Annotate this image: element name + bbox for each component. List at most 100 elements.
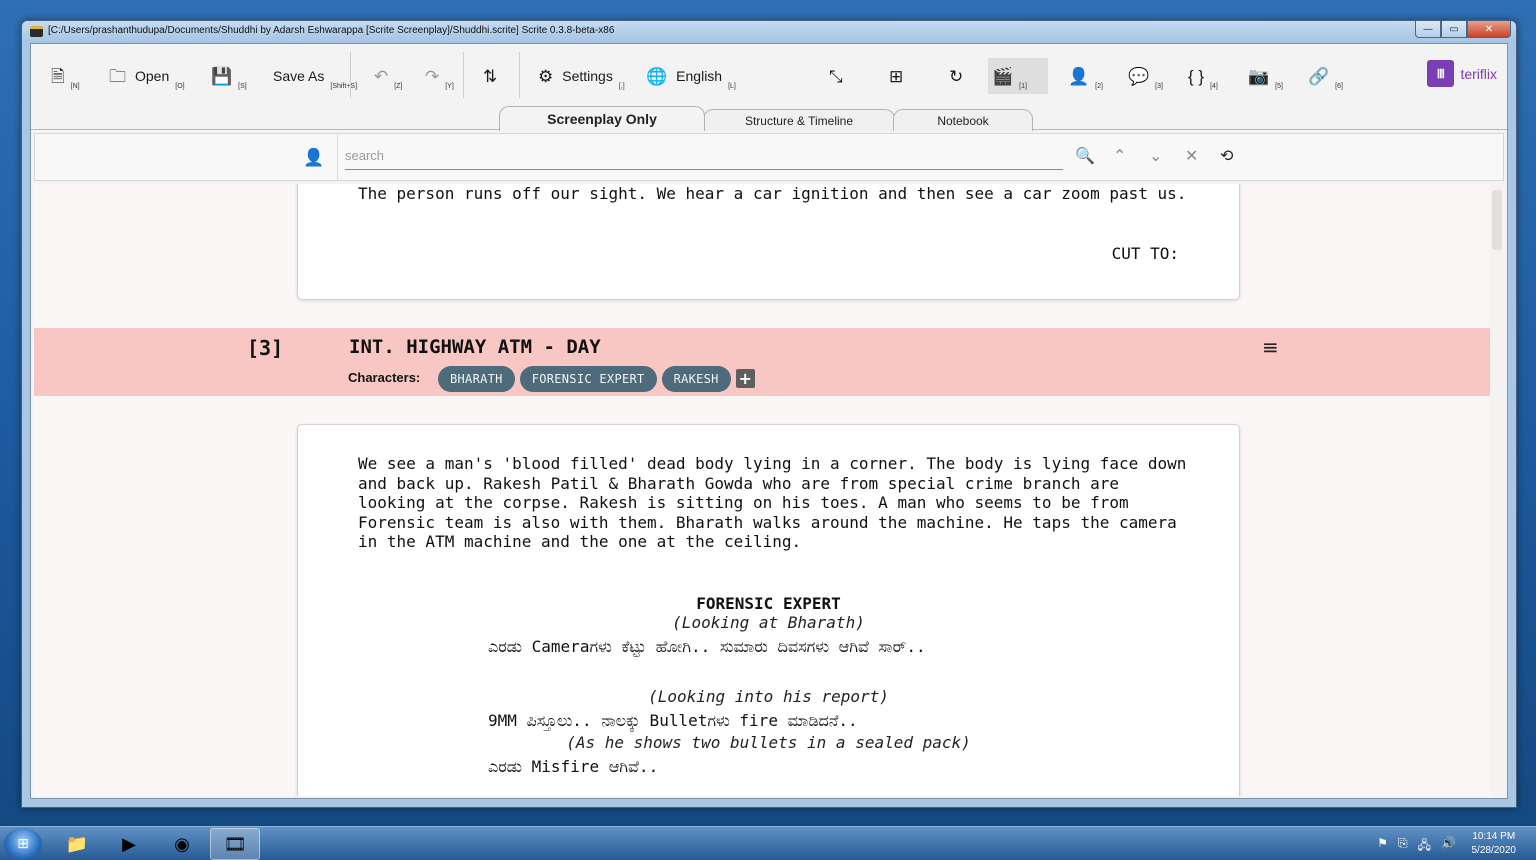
search-icon[interactable]: 🔍 — [1075, 146, 1095, 165]
character-panel-button[interactable]: 👤 [2] — [1068, 58, 1103, 94]
chevron-down-icon[interactable]: ⌄ — [1149, 146, 1162, 165]
action-paragraph[interactable]: The person runs off our sight. We hear a… — [358, 184, 1188, 204]
tab-structure-timeline[interactable]: Structure & Timeline — [703, 109, 895, 131]
tab-screenplay-only[interactable]: Screenplay Only — [499, 106, 705, 131]
settings-button[interactable]: ⚙ Settings [,] — [538, 58, 625, 94]
close-icon[interactable]: ✕ — [1185, 146, 1198, 165]
clock-time: 10:14 PM — [1472, 831, 1516, 842]
comments-icon: 💬 — [1128, 66, 1150, 86]
start-button[interactable]: ⊞ — [4, 828, 42, 860]
device-icon[interactable]: ⎘ — [1398, 836, 1408, 857]
dialogue[interactable]: ಎರಡು Misfire ಆಗಿವೆ.. — [488, 753, 1018, 780]
search-input[interactable] — [345, 142, 1063, 170]
screenshot-button[interactable]: 📷 [5] — [1248, 58, 1283, 94]
transition[interactable]: CUT TO: — [1112, 244, 1179, 263]
dialogue[interactable]: 9MM ಪಿಸ್ತೂಲು.. ನಾಲಕ್ಕು Bulletಗಳು fire ಮಾ… — [488, 707, 1018, 734]
toolbar-separator — [519, 52, 520, 98]
system-clock[interactable]: 10:14 PM 5/28/2020 — [1472, 830, 1517, 858]
link-icon: 🔗 — [1308, 66, 1330, 86]
character-chip[interactable]: RAKESH — [661, 366, 731, 392]
network-icon[interactable]: 🖧 — [1418, 836, 1431, 857]
parenthetical[interactable]: (As he shows two bullets in a sealed pac… — [298, 733, 1239, 752]
chevron-up-icon[interactable]: ⌃ — [1113, 146, 1126, 165]
add-character-icon[interactable]: + — [735, 369, 755, 388]
link-button[interactable]: 🔗 [6] — [1308, 58, 1343, 94]
globe-icon: 🌐 — [646, 66, 668, 86]
character-filter-icon[interactable]: 👤 — [303, 148, 324, 168]
close-button[interactable]: ✕ — [1467, 21, 1511, 38]
sort-button[interactable]: ⇅ — [483, 58, 497, 94]
undo-icon: ↶ — [374, 66, 389, 86]
hamburger-menu-icon[interactable]: ≡ — [1262, 335, 1279, 359]
camera-icon: 📷 — [1248, 66, 1270, 86]
scene-heading[interactable]: INT. HIGHWAY ATM - DAY — [349, 336, 601, 358]
scene-panel-button[interactable]: 🎬 [1] — [988, 58, 1048, 94]
replace-icon[interactable]: ⟲ — [1220, 146, 1233, 165]
comments-panel-button[interactable]: 💬 [3] — [1128, 58, 1163, 94]
view-tabs: Screenplay Only Structure & Timeline Not… — [31, 106, 1507, 131]
braces-panel-button[interactable]: { } [4] — [1188, 58, 1218, 94]
scene-page: We see a man's 'blood filled' dead body … — [297, 424, 1240, 796]
clapperboard-icon: 🎬 — [992, 66, 1014, 86]
action-paragraph[interactable]: We see a man's 'blood filled' dead body … — [358, 454, 1188, 552]
maximize-button[interactable]: ▭ — [1441, 21, 1467, 38]
characters-label: Characters: — [348, 370, 421, 385]
scene-page: The person runs off our sight. We hear a… — [297, 184, 1240, 300]
taskbar: ⊞ 📁 ▶ ◉ 🎞 ⚑ ⎘ 🖧 🔊 10:14 PM 5/28/2020 — [0, 826, 1536, 860]
screenplay-editor[interactable]: The person runs off our sight. We hear a… — [34, 184, 1504, 796]
character-chip[interactable]: BHARATH — [438, 366, 515, 392]
language-button[interactable]: 🌐 English [L] — [646, 58, 736, 94]
main-toolbar: 🗎 [N] 🗀 Open [O] 💾 [S] Save As [Shift+S]… — [31, 44, 1507, 106]
save-icon: 💾 — [211, 66, 233, 86]
new-button[interactable]: 🗎 [N] — [51, 58, 80, 94]
window-title: [C:/Users/prashanthudupa/Documents/Shudd… — [48, 25, 615, 36]
client-area: 🗎 [N] 🗀 Open [O] 💾 [S] Save As [Shift+S]… — [30, 43, 1508, 799]
teriflix-logo-icon: Ⅲ — [1427, 60, 1455, 87]
app-icon — [30, 26, 43, 37]
scene-heading-bar: [3] INT. HIGHWAY ATM - DAY ≡ Characters:… — [34, 328, 1490, 396]
scrite-taskbar-icon[interactable]: 🎞 — [210, 828, 260, 860]
toolbar-separator — [463, 52, 464, 98]
explorer-taskbar-icon[interactable]: 📁 — [52, 828, 102, 860]
parenthetical[interactable]: (Looking at Bharath) — [298, 613, 1239, 632]
braces-icon: { } — [1188, 66, 1205, 86]
app-window: [C:/Users/prashanthudupa/Documents/Shudd… — [21, 20, 1517, 808]
vertical-scrollbar[interactable] — [1490, 184, 1504, 796]
system-tray: ⚑ ⎘ 🖧 🔊 — [1367, 836, 1456, 857]
plus-square-icon: ⊞ — [889, 66, 904, 86]
sort-icon: ⇅ — [483, 66, 498, 86]
save-as-button[interactable]: Save As [Shift+S] — [264, 58, 357, 94]
tab-notebook[interactable]: Notebook — [893, 109, 1033, 131]
brand-name: teriflix — [1460, 65, 1497, 82]
collapse-button[interactable]: ⤡ — [829, 58, 843, 94]
action-center-icon[interactable]: ⚑ — [1377, 836, 1388, 857]
minimize-button[interactable]: — — [1415, 21, 1441, 38]
scene-number: [3] — [247, 336, 284, 360]
parenthetical[interactable]: (Looking into his report) — [298, 687, 1239, 706]
save-button[interactable]: 💾 [S] — [211, 58, 247, 94]
folder-icon: 🗀 — [109, 66, 126, 86]
open-button[interactable]: 🗀 Open [O] — [109, 58, 185, 94]
reload-button[interactable]: ↻ — [949, 58, 963, 94]
media-player-taskbar-icon[interactable]: ▶ — [104, 828, 154, 860]
scrollbar-thumb[interactable] — [1492, 190, 1502, 250]
search-bar: 👤 🔍 ⌃ ⌄ ✕ ⟲ — [34, 133, 1504, 181]
reload-icon: ↻ — [949, 66, 964, 86]
volume-icon[interactable]: 🔊 — [1441, 836, 1456, 857]
user-icon: 👤 — [1068, 66, 1090, 86]
undo-button[interactable]: ↶ [Z] — [374, 58, 402, 94]
chrome-taskbar-icon[interactable]: ◉ — [157, 828, 207, 860]
new-file-icon: 🗎 — [51, 66, 65, 86]
clock-date: 5/28/2020 — [1471, 845, 1517, 856]
add-scene-button[interactable]: ⊞ — [889, 58, 903, 94]
character-chip[interactable]: FORENSIC EXPERT — [519, 366, 657, 392]
redo-button[interactable]: ↷ [Y] — [425, 58, 454, 94]
character-chips: BHARATH FORENSIC EXPERT RAKESH + — [438, 366, 755, 392]
brand-logo[interactable]: Ⅲ teriflix — [1427, 60, 1497, 87]
title-bar[interactable]: [C:/Users/prashanthudupa/Documents/Shudd… — [22, 21, 1516, 43]
redo-icon: ↷ — [425, 66, 440, 86]
character-name[interactable]: FORENSIC EXPERT — [298, 594, 1239, 613]
divider — [337, 134, 338, 181]
dialogue[interactable]: ಎರಡು Cameraಗಳು ಕೆಟ್ಟು ಹೋಗಿ.. ಸುಮಾರು ದಿವಸ… — [488, 633, 1018, 660]
toolbar-separator — [350, 52, 351, 98]
